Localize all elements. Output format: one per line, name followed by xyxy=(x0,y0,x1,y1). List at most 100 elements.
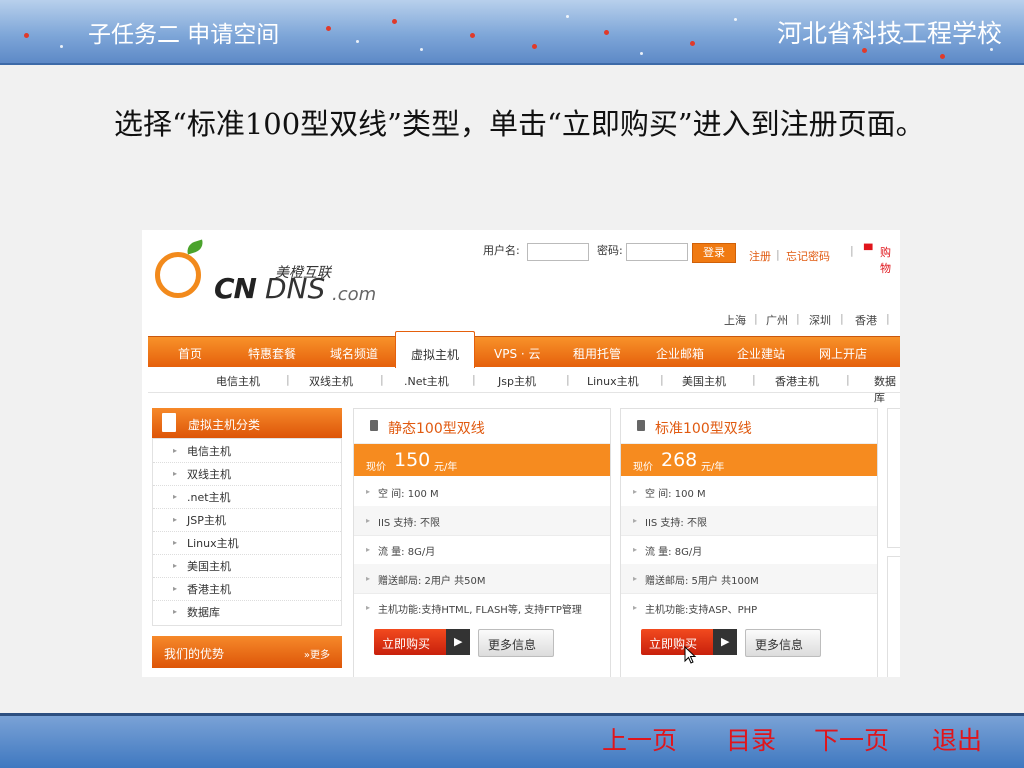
nav-mail[interactable]: 企业邮箱 xyxy=(656,345,704,362)
price-value: 268 xyxy=(661,449,698,471)
sidebar-item-hk[interactable]: ▸ 香港主机 xyxy=(153,577,341,601)
nav-website[interactable]: 企业建站 xyxy=(737,345,785,362)
sidebar-item-us[interactable]: ▸ 美国主机 xyxy=(153,554,341,578)
product-name[interactable]: 静态100型双线 xyxy=(388,418,485,438)
subnav-jsp[interactable]: Jsp主机 xyxy=(498,373,536,389)
subnav-us[interactable]: 美国主机 xyxy=(682,373,726,389)
toc-link[interactable]: 目录 xyxy=(726,721,776,757)
sidebar-item-label: 数据库 xyxy=(187,606,220,619)
arrow-icon: ▸ xyxy=(173,469,178,478)
nav-deals[interactable]: 特惠套餐 xyxy=(248,345,296,362)
nav-vps[interactable]: VPS · 云 xyxy=(494,345,541,362)
leaf-icon xyxy=(184,239,206,255)
username-label: 用户名: xyxy=(483,244,520,257)
city-shenzhen[interactable]: 深圳 xyxy=(809,312,831,328)
spec-text: IIS 支持: 不限 xyxy=(645,518,707,529)
arrow-icon: ▸ xyxy=(173,607,178,616)
product-card-standard: 标准100型双线 现价 268 元/年 ▸ 空 间: 100 M ▸ IIS 支持:… xyxy=(620,408,878,677)
cart-divider: | xyxy=(850,244,854,257)
nav-virtual-host-active[interactable]: 虚拟主机 xyxy=(395,331,475,368)
exit-link[interactable]: 退出 xyxy=(932,721,982,757)
forgot-password-link[interactable]: 忘记密码 xyxy=(786,248,830,264)
password-input[interactable] xyxy=(626,243,688,261)
register-link[interactable]: 注册 xyxy=(749,248,771,264)
more-info-button[interactable]: 更多信息 xyxy=(478,629,554,657)
slide-title: 子任务二 申请空间 xyxy=(88,22,280,48)
arrow-icon: ▸ xyxy=(173,584,178,593)
cart-link[interactable]: 购物 xyxy=(880,244,900,276)
sidebar-item-telecom[interactable]: ▸ 电信主机 xyxy=(153,439,341,463)
logo-cn: CN xyxy=(214,272,257,305)
city-sep: | xyxy=(886,312,890,325)
sidebar-item-label: Linux主机 xyxy=(187,537,239,550)
spec-text: 空 间: 100 M xyxy=(378,489,439,500)
arrow-icon: ▸ xyxy=(366,545,371,554)
spec-row: ▸ 主机功能:支持HTML, FLASH等, 支持FTP管理 xyxy=(354,593,610,622)
sidebar-item-net[interactable]: ▸ .net主机 xyxy=(153,485,341,509)
price-bar: 现价 150 元/年 xyxy=(354,444,610,476)
sidebar-item-jsp[interactable]: ▸ JSP主机 xyxy=(153,508,341,532)
spec-row: ▸ 空 间: 100 M xyxy=(621,477,877,507)
spec-row: ▸ IIS 支持: 不限 xyxy=(354,506,610,536)
arrow-icon: ▸ xyxy=(633,603,638,612)
server-icon xyxy=(637,420,645,431)
subnav-telecom[interactable]: 电信主机 xyxy=(216,373,260,389)
subnav-divider xyxy=(148,392,900,393)
spec-text: IIS 支持: 不限 xyxy=(378,518,440,529)
sidebar-header: 虚拟主机分类 xyxy=(152,408,342,438)
subnav-dual[interactable]: 双线主机 xyxy=(309,373,353,389)
sidebar-item-label: 美国主机 xyxy=(187,560,231,573)
price-unit: 元/年 xyxy=(434,462,458,473)
subnav-hk[interactable]: 香港主机 xyxy=(775,373,819,389)
next-page-link[interactable]: 下一页 xyxy=(814,721,889,757)
more-info-button[interactable]: 更多信息 xyxy=(745,629,821,657)
city-guangzhou[interactable]: 广州 xyxy=(766,312,788,328)
spec-text: 流 量: 8G/月 xyxy=(378,547,436,558)
subnav-linux[interactable]: Linux主机 xyxy=(587,373,639,389)
spec-row: ▸ IIS 支持: 不限 xyxy=(621,506,877,536)
arrow-icon: ▸ xyxy=(173,538,178,547)
nav-domain[interactable]: 域名频道 xyxy=(330,345,378,362)
sidebar-item-linux[interactable]: ▸ Linux主机 xyxy=(153,531,341,555)
product-card-static: 静态100型双线 现价 150 元/年 ▸ 空 间: 100 M ▸ IIS 支持:… xyxy=(353,408,611,677)
price-label: 现价 xyxy=(366,462,386,473)
card-header: 静态100型双线 xyxy=(354,409,610,444)
nav-home[interactable]: 首页 xyxy=(178,345,202,362)
card-header: 标准100型双线 xyxy=(621,409,877,444)
more-label: 更多信息 xyxy=(488,638,537,652)
price-bar: 现价 268 元/年 xyxy=(621,444,877,476)
city-shanghai[interactable]: 上海 xyxy=(724,312,746,328)
city-hongkong[interactable]: 香港 xyxy=(855,312,877,328)
arrow-icon: ▸ xyxy=(366,487,371,496)
buy-now-button[interactable]: 立即购买 ▶ xyxy=(374,629,470,655)
arrow-icon: ▸ xyxy=(633,516,638,525)
username-input[interactable] xyxy=(527,243,589,261)
sidebar-item-dual[interactable]: ▸ 双线主机 xyxy=(153,462,341,486)
sidebar-item-label: 双线主机 xyxy=(187,468,231,481)
product-name[interactable]: 标准100型双线 xyxy=(655,418,752,438)
login-button[interactable]: 登录 xyxy=(692,243,736,263)
city-sep: | xyxy=(840,312,844,325)
subnav-db[interactable]: 数据库 xyxy=(874,373,900,405)
spec-row: ▸ 流 量: 8G/月 xyxy=(354,535,610,565)
nav-shop[interactable]: 网上开店 xyxy=(819,345,867,362)
play-arrow-icon: ▶ xyxy=(713,629,737,655)
subnav-net[interactable]: .Net主机 xyxy=(404,373,449,389)
mouse-pointer-icon xyxy=(684,646,697,664)
more-link[interactable]: »更多 xyxy=(304,646,330,661)
subnav-sep: | xyxy=(380,373,384,386)
sidebar-item-label: 电信主机 xyxy=(187,445,231,458)
orange-logo-icon xyxy=(155,252,201,298)
slide-header: 子任务二 申请空间 河北省科技工程学校 xyxy=(0,0,1024,64)
spec-text: 空 间: 100 M xyxy=(645,489,706,500)
arrow-icon: ▸ xyxy=(633,487,638,496)
slide-body-text: 选择“标准100型双线”类型，单击“立即购买”进入到注册页面。 xyxy=(114,107,925,141)
prev-page-link[interactable]: 上一页 xyxy=(602,721,677,757)
document-icon xyxy=(162,413,176,432)
spec-text: 主机功能:支持HTML, FLASH等, 支持FTP管理 xyxy=(378,605,582,616)
arrow-icon: ▸ xyxy=(633,545,638,554)
arrow-icon: ▸ xyxy=(366,603,371,612)
sidebar-item-db[interactable]: ▸ 数据库 xyxy=(153,600,341,623)
nav-hosting[interactable]: 租用托管 xyxy=(573,345,621,362)
nav-active-label: 虚拟主机 xyxy=(410,348,459,362)
